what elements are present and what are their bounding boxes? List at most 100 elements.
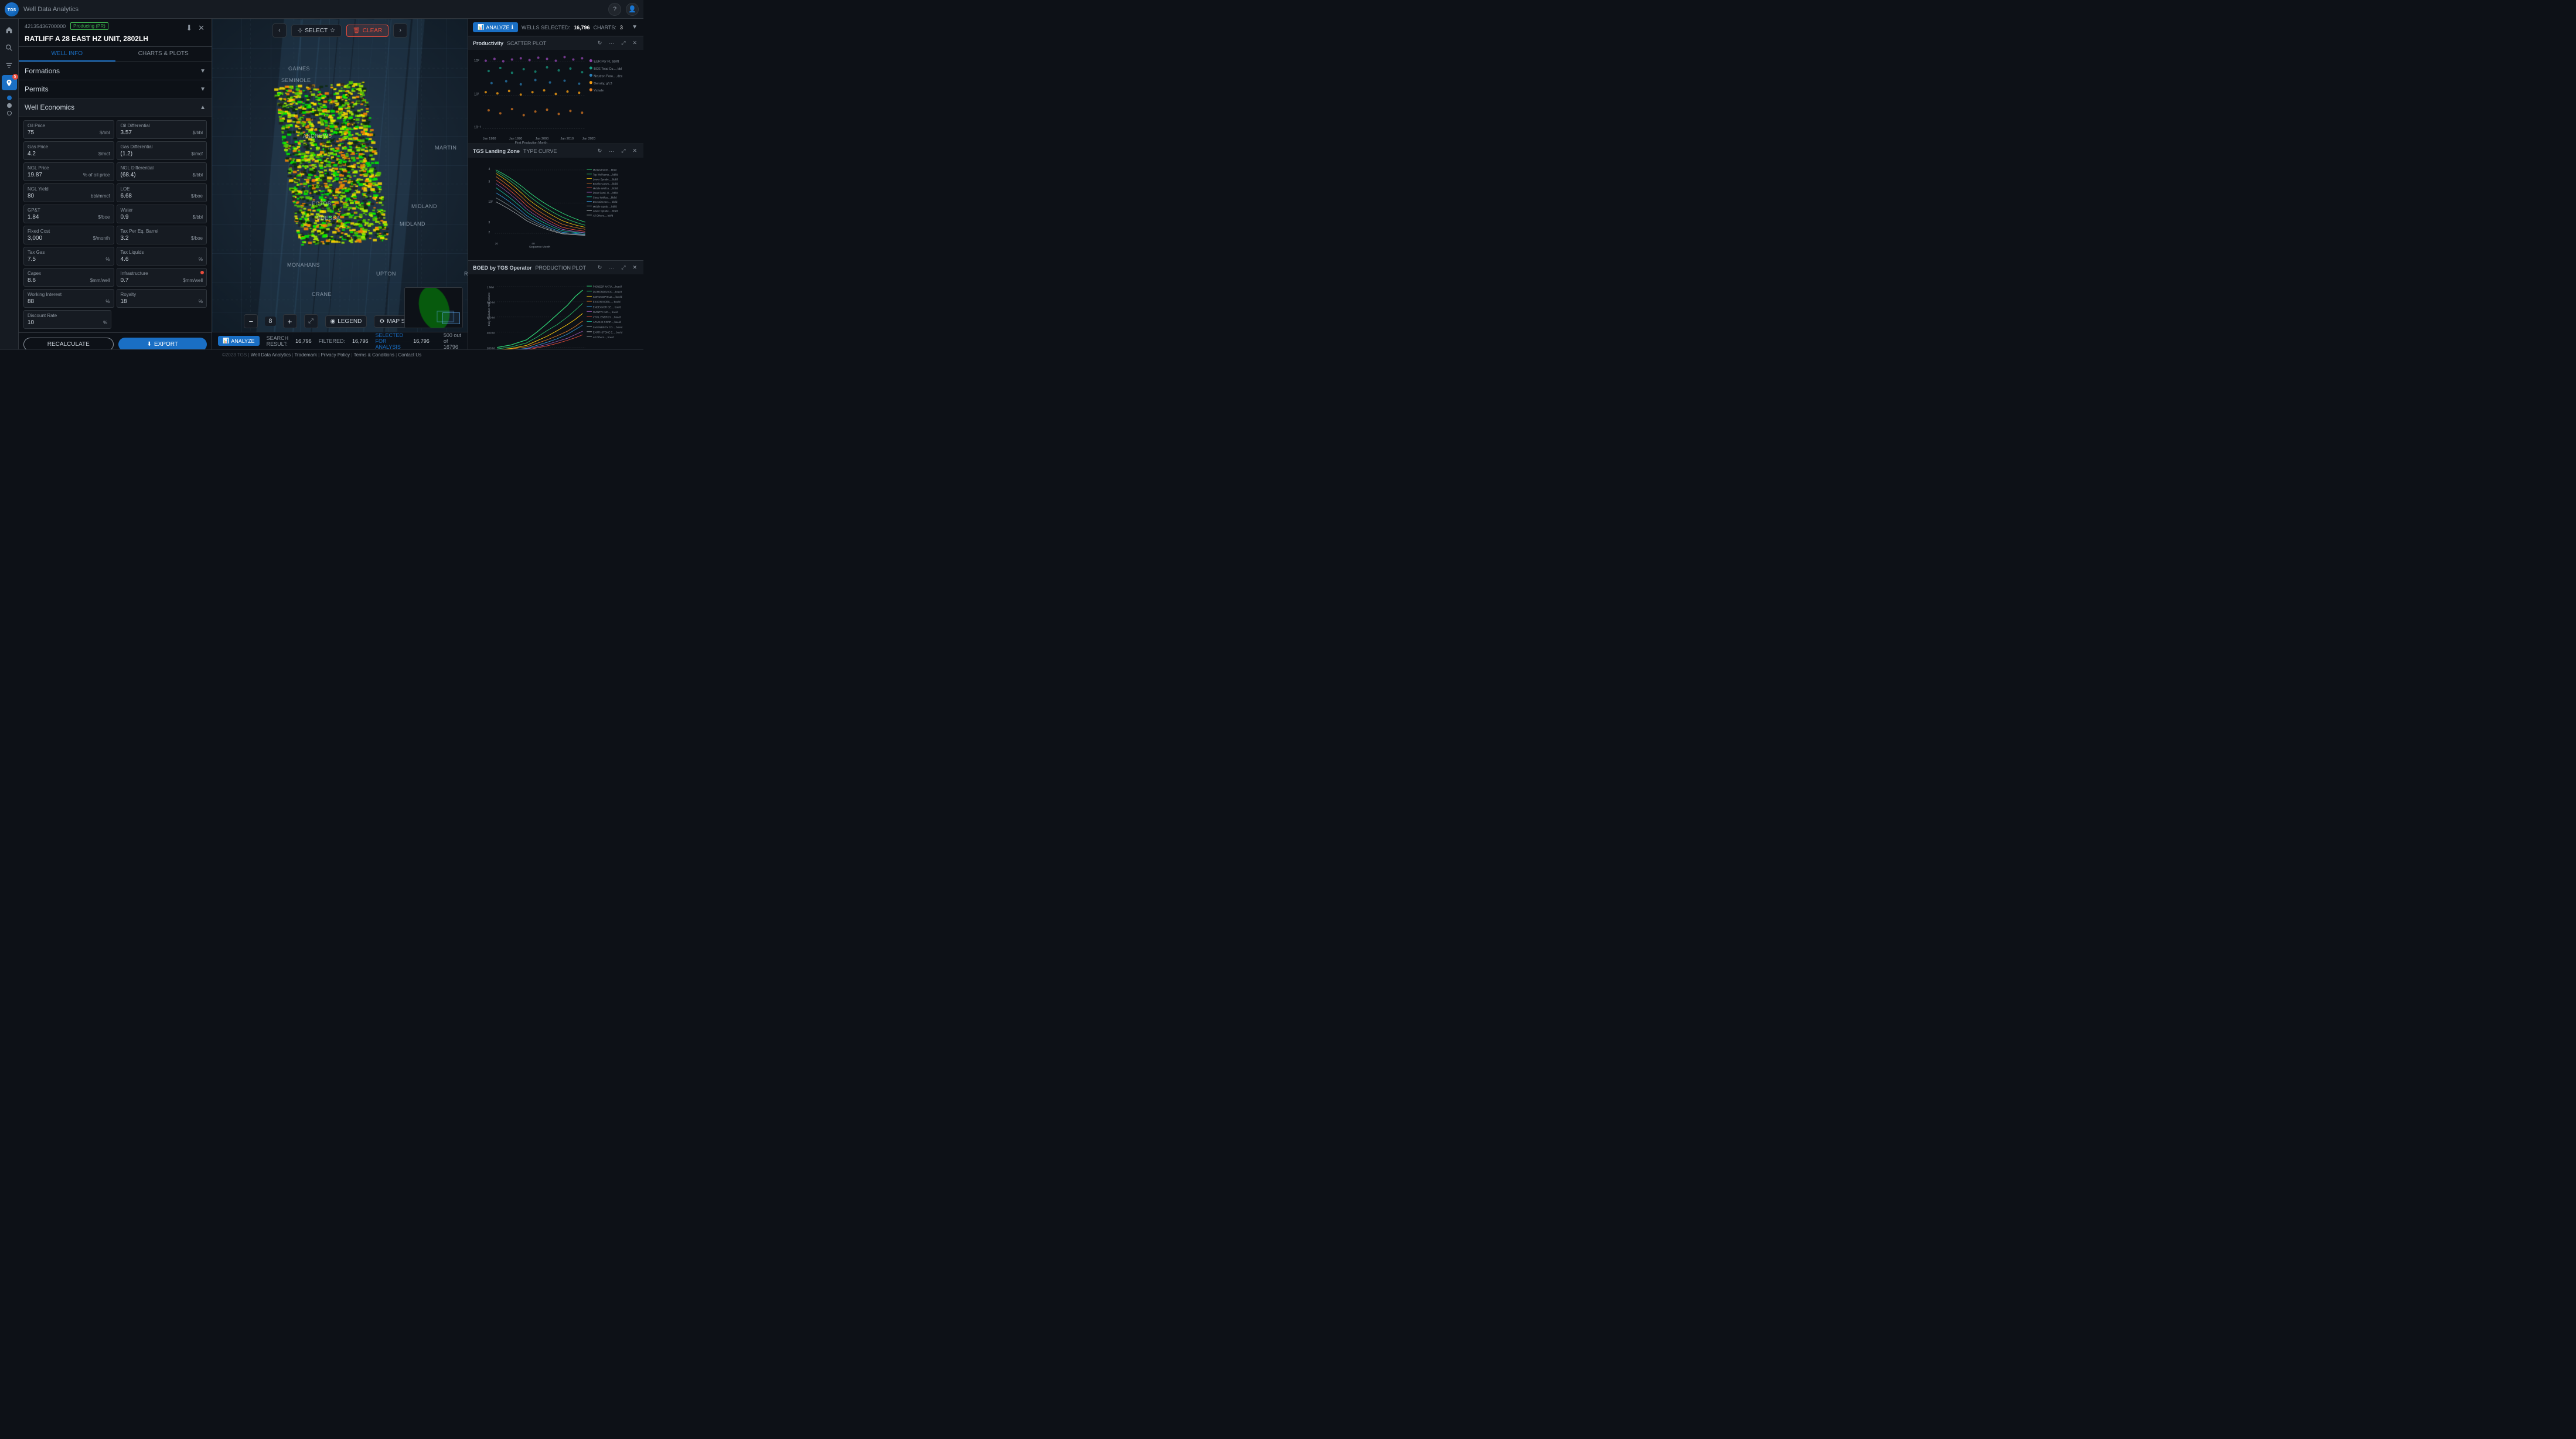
landing-close-icon[interactable]: ✕ xyxy=(631,147,639,155)
working-interest-input[interactable] xyxy=(28,298,104,305)
oil-diff-label: Oil Differential xyxy=(121,123,203,128)
right-analyze-button[interactable]: 📊 ANALYZE ℹ xyxy=(473,22,518,32)
productivity-expand-icon[interactable]: ⤢ xyxy=(619,39,627,47)
boed-refresh-icon[interactable]: ↻ xyxy=(596,264,604,271)
nav-search[interactable] xyxy=(2,40,17,55)
ngl-yield-input[interactable] xyxy=(28,193,89,199)
svg-text:APACHE CORP..., boe/d: APACHE CORP..., boe/d xyxy=(593,321,621,324)
loe-input[interactable] xyxy=(121,193,189,199)
svg-text:3: 3 xyxy=(488,181,490,184)
right-dropdown-icon[interactable]: ▼ xyxy=(631,23,639,32)
download-icon[interactable]: ⬇ xyxy=(185,22,193,34)
recalculate-button[interactable]: RECALCULATE xyxy=(23,338,114,349)
nav-home[interactable] xyxy=(2,22,17,38)
discount-rate-input[interactable] xyxy=(28,319,101,326)
gpst-input[interactable] xyxy=(28,214,96,220)
map-county-label: Monahans xyxy=(287,262,320,268)
infrastructure-input[interactable] xyxy=(121,277,182,284)
gpst-label: GP&T xyxy=(28,207,110,213)
tax-liquids-input[interactable] xyxy=(121,256,197,263)
water-unit: $/bbl xyxy=(193,215,203,220)
footer-link-contact[interactable]: Contact Us xyxy=(398,352,421,358)
landing-more-icon[interactable]: ··· xyxy=(607,148,616,155)
tgs-logo-icon[interactable]: TGS xyxy=(5,2,19,16)
svg-text:Brushy Canyo..., bbl/d: Brushy Canyo..., bbl/d xyxy=(593,182,618,185)
footer-link-terms[interactable]: Terms & Conditions xyxy=(354,352,394,358)
map-left-btn[interactable]: ‹ xyxy=(272,23,287,38)
oil-price-input[interactable] xyxy=(28,130,98,136)
ngl-diff-label: NGL Differential xyxy=(121,165,203,171)
clear-button[interactable]: 🗑 CLEAR xyxy=(346,25,389,37)
productivity-refresh-icon[interactable]: ↻ xyxy=(596,39,604,47)
well-id: 42135436700000 xyxy=(25,23,66,29)
boed-close-icon[interactable]: ✕ xyxy=(631,264,639,271)
svg-text:Lower Sprabe..., bbl/d: Lower Sprabe..., bbl/d xyxy=(593,178,618,181)
productivity-more-icon[interactable]: ··· xyxy=(607,40,616,47)
expand-button[interactable]: ⤢ xyxy=(304,314,318,328)
ngl-diff-input[interactable] xyxy=(121,172,191,178)
close-icon[interactable]: ✕ xyxy=(197,22,206,34)
nav-dot-1 xyxy=(7,96,12,100)
loe-label: LOE xyxy=(121,186,203,192)
gas-price-input[interactable] xyxy=(28,151,97,157)
map-right-btn[interactable]: › xyxy=(393,23,407,38)
water-field: Water $/bbl xyxy=(117,205,207,223)
well-economics-section-header[interactable]: Well Economics ▲ xyxy=(19,98,212,117)
permits-section-header[interactable]: Permits ▼ xyxy=(19,80,212,98)
legend-button[interactable]: ◉ LEGEND xyxy=(325,315,367,328)
minimap xyxy=(404,287,463,328)
fixed-cost-input[interactable] xyxy=(28,235,91,241)
landing-expand-icon[interactable]: ⤢ xyxy=(619,147,627,155)
select-button[interactable]: ⊹ SELECT ☆ xyxy=(291,25,342,37)
right-panel-header: 📊 ANALYZE ℹ WELLS SELECTED: 16,796 CHART… xyxy=(468,19,643,36)
working-interest-unit: % xyxy=(105,299,110,304)
status-analyze-label: ANALYZE xyxy=(231,338,254,344)
map-county-label: MIDLAND xyxy=(411,203,437,209)
export-icon: ⬇ xyxy=(147,341,152,348)
ngl-price-input[interactable] xyxy=(28,172,81,178)
gas-diff-input[interactable] xyxy=(121,151,190,157)
boed-more-icon[interactable]: ··· xyxy=(607,264,616,271)
nav-filter[interactable] xyxy=(2,57,17,73)
logo-area: TGS xyxy=(5,2,19,16)
map-county-label: GAINES xyxy=(288,66,310,72)
user-avatar[interactable]: 👤 xyxy=(626,3,639,16)
tab-charts-plots[interactable]: CHARTS & PLOTS xyxy=(115,47,212,62)
nav-badge: 5 xyxy=(12,74,18,80)
footer-link-privacy[interactable]: Privacy Policy xyxy=(321,352,350,358)
capex-input[interactable] xyxy=(28,277,88,284)
footer-link-trademark[interactable]: Trademark xyxy=(294,352,316,358)
svg-text:PIONEER NATU..., boe/d: PIONEER NATU..., boe/d xyxy=(593,285,622,288)
tax-eq-barrel-label: Tax Per Eq. Barrel xyxy=(121,229,203,234)
footer-link-wda[interactable]: Well Data Analytics xyxy=(251,352,291,358)
legend-label: LEGEND xyxy=(338,318,362,325)
productivity-close-icon[interactable]: ✕ xyxy=(631,39,639,47)
boed-expand-icon[interactable]: ⤢ xyxy=(619,264,627,271)
productivity-chart-panel: Productivity SCATTER PLOT ↻ ··· ⤢ ✕ 10² … xyxy=(468,36,643,144)
oil-price-unit: $/bbl xyxy=(100,130,110,135)
export-label: EXPORT xyxy=(154,341,178,348)
status-analyze-button[interactable]: 📊 ANALYZE xyxy=(218,336,260,346)
svg-text:Middle Sprab..., bbl/d: Middle Sprab..., bbl/d xyxy=(593,205,618,208)
zoom-out-button[interactable]: − xyxy=(244,314,258,328)
tab-well-info[interactable]: WELL INFO xyxy=(19,47,115,62)
gas-differential-field: Gas Differential $/mcf xyxy=(117,141,207,160)
right-analyze-label: ANALYZE xyxy=(486,25,509,30)
svg-text:40: 40 xyxy=(531,242,535,246)
tax-gas-input[interactable] xyxy=(28,256,104,263)
map-area[interactable]: GAINESSeminoleBORDENSCURRYSnyderHOWARDBi… xyxy=(212,19,468,349)
landing-refresh-icon[interactable]: ↻ xyxy=(596,147,604,155)
discount-rate-unit: % xyxy=(103,320,107,325)
formations-section-header[interactable]: Formations ▼ xyxy=(19,62,212,80)
water-input[interactable] xyxy=(121,214,191,220)
help-button[interactable]: ? xyxy=(608,3,621,16)
oil-diff-input[interactable] xyxy=(121,130,191,136)
nav-location[interactable]: 5 xyxy=(2,75,17,90)
zoom-in-button[interactable]: + xyxy=(283,314,297,328)
tax-eq-barrel-field: Tax Per Eq. Barrel $/boe xyxy=(117,226,207,244)
landing-zone-chart-title: TGS Landing Zone xyxy=(473,148,520,154)
royalty-input[interactable] xyxy=(121,298,197,305)
productivity-chart-content: 10² 10¹ 10⁻³ xyxy=(468,50,643,144)
tax-eq-barrel-input[interactable] xyxy=(121,235,189,241)
export-button[interactable]: ⬇ EXPORT xyxy=(118,338,207,349)
